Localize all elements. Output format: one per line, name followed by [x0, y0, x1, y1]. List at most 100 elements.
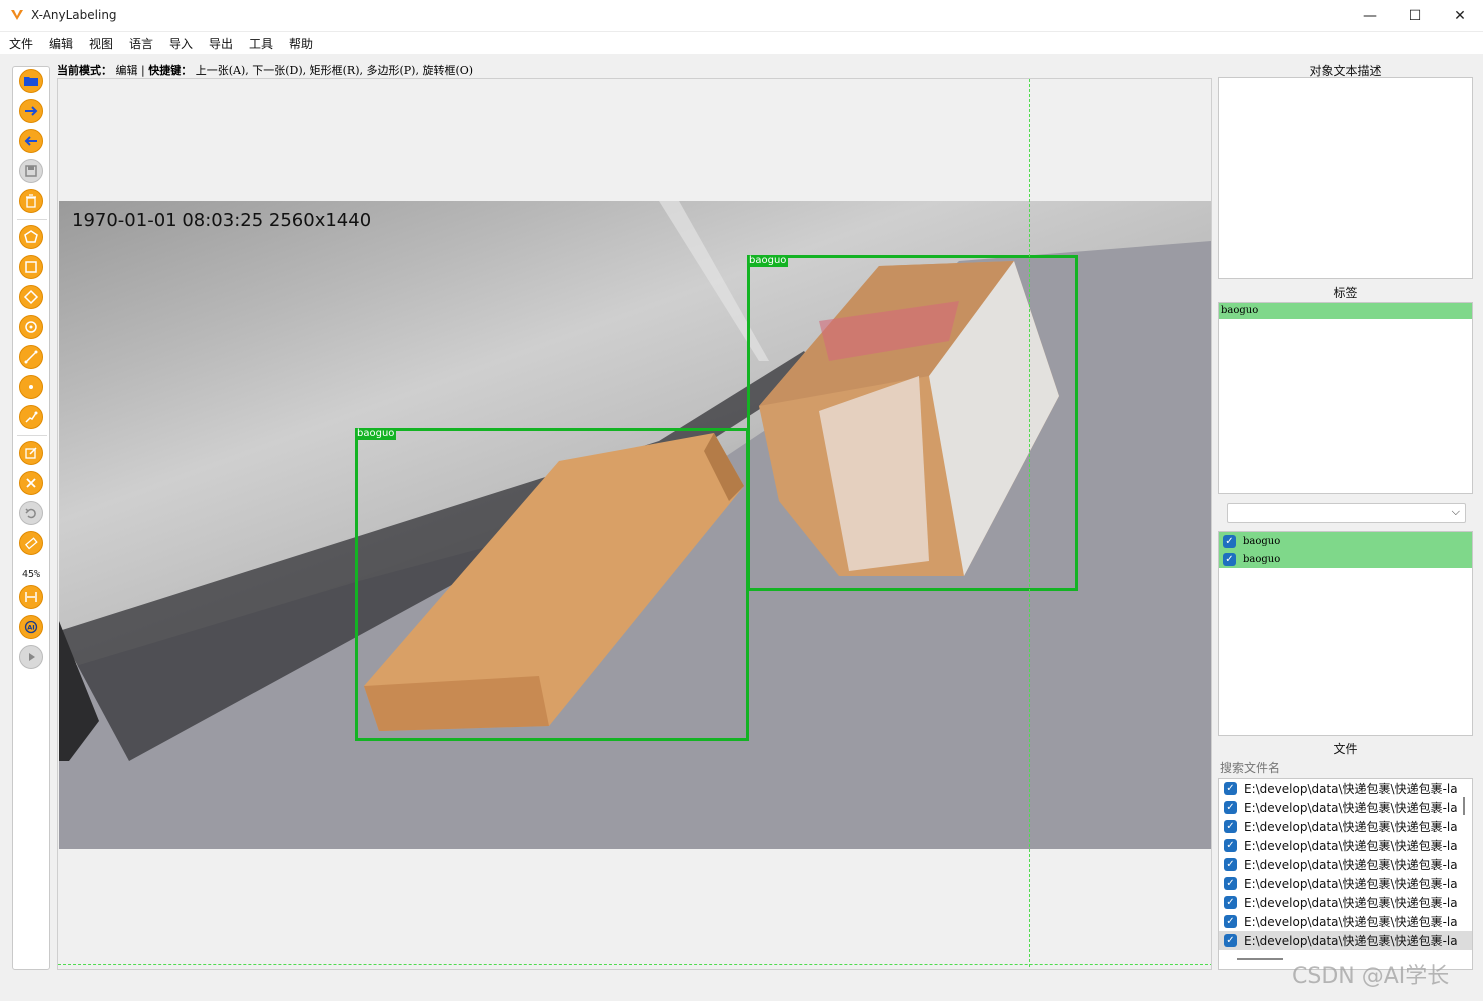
checkbox-checked-icon[interactable]: ✓ [1223, 552, 1236, 566]
zoom-level[interactable]: 45% [13, 569, 49, 580]
save-button[interactable] [19, 159, 43, 183]
file-list-horizontal-scrollbar[interactable] [1237, 958, 1283, 960]
delete-file-button[interactable] [19, 189, 43, 213]
file-path: E:\develop\data\快递包裹\快递包裹-la [1244, 801, 1458, 815]
run-button[interactable] [19, 645, 43, 669]
create-line-button[interactable] [19, 345, 43, 369]
checkbox-checked-icon[interactable]: ✓ [1224, 858, 1237, 871]
shape-list-item[interactable]: ✓ baoguo [1219, 532, 1472, 550]
svg-text:AI: AI [27, 624, 34, 632]
file-path: E:\develop\data\快递包裹\快递包裹-la [1244, 896, 1458, 910]
file-list-item-selected[interactable]: ✓ E:\develop\data\快递包裹\快递包裹-la [1219, 931, 1472, 950]
checkbox-checked-icon[interactable]: ✓ [1224, 839, 1237, 852]
open-folder-button[interactable] [19, 69, 43, 93]
menu-import[interactable]: 导入 [169, 35, 193, 52]
file-path: E:\develop\data\快递包裹\快递包裹-la [1244, 877, 1458, 891]
mode-status-bar: 当前模式： 编辑 | 快捷键： 上一张(A), 下一张(D), 矩形框(R), … [57, 62, 473, 78]
app-logo-icon [11, 10, 23, 20]
close-button[interactable]: ✕ [1437, 0, 1483, 32]
create-rectangle-button[interactable] [19, 255, 43, 279]
checkbox-checked-icon[interactable]: ✓ [1224, 934, 1237, 947]
file-path: E:\develop\data\快递包裹\快递包裹-la [1244, 839, 1458, 853]
label-filter-dropdown[interactable]: ⌵ [1227, 503, 1466, 523]
image-canvas[interactable]: 1970-01-01 08:03:25 2560x1440 baoguo bao… [57, 78, 1212, 970]
label-list: baoguo [1218, 302, 1473, 494]
create-point-button[interactable] [19, 375, 43, 399]
shortcut-list: 上一张(A), 下一张(D), 矩形框(R), 多边形(P), 旋转框(O) [195, 64, 474, 77]
image-photo: 1970-01-01 08:03:25 2560x1440 baoguo bao… [59, 201, 1211, 849]
files-panel-title: 文件 [1333, 742, 1358, 756]
undo-button[interactable] [19, 501, 43, 525]
checkbox-checked-icon[interactable]: ✓ [1224, 782, 1237, 795]
file-list-item[interactable]: ✓ E:\develop\data\快递包裹\快递包裹-la [1219, 798, 1472, 817]
shape-list-item[interactable]: ✓ baoguo [1219, 550, 1472, 568]
menu-language[interactable]: 语言 [129, 35, 153, 52]
file-list-item[interactable]: ✓ E:\develop\data\快递包裹\快递包裹-la [1219, 893, 1472, 912]
delete-shape-button[interactable] [19, 471, 43, 495]
file-path: E:\develop\data\快递包裹\快递包裹-la [1244, 820, 1458, 834]
menu-edit[interactable]: 编辑 [49, 35, 73, 52]
checkbox-checked-icon[interactable]: ✓ [1223, 534, 1236, 548]
create-circle-button[interactable] [19, 315, 43, 339]
checkbox-checked-icon[interactable]: ✓ [1224, 877, 1237, 890]
crosshair-vertical [1029, 79, 1030, 969]
create-polygon-button[interactable] [19, 225, 43, 249]
next-image-button[interactable] [19, 99, 43, 123]
checkbox-checked-icon[interactable]: ✓ [1224, 896, 1237, 909]
menu-tools[interactable]: 工具 [249, 35, 273, 52]
circle-icon [25, 321, 37, 333]
menu-export[interactable]: 导出 [209, 35, 233, 52]
shortcut-label: 快捷键： [148, 64, 193, 77]
file-search-input[interactable] [1218, 758, 1473, 778]
rotated-rect-icon [23, 289, 39, 305]
file-path: E:\develop\data\快递包裹\快递包裹-la [1244, 782, 1458, 796]
prev-image-button[interactable] [19, 129, 43, 153]
file-list-item[interactable]: ✓ E:\develop\data\快递包裹\快递包裹-la [1219, 874, 1472, 893]
labels-panel-title: 标签 [1333, 286, 1358, 300]
linestrip-icon [25, 411, 38, 423]
description-textbox[interactable] [1218, 77, 1473, 279]
watermark: CSDN @AI学长 [1292, 964, 1450, 989]
file-list-item[interactable]: ✓ E:\develop\data\快递包裹\快递包裹-la [1219, 855, 1472, 874]
shape-label: baoguo [1243, 535, 1281, 547]
point-icon [29, 385, 33, 389]
menu-help[interactable]: 帮助 [289, 35, 313, 52]
prev-image-icon [24, 136, 37, 146]
create-rotated-rect-button[interactable] [19, 285, 43, 309]
brightness-icon [24, 537, 38, 550]
file-list-item[interactable]: ✓ E:\develop\data\快递包裹\快递包裹-la [1219, 836, 1472, 855]
file-list-item[interactable]: ✓ E:\develop\data\快递包裹\快递包裹-la [1219, 779, 1472, 798]
checkbox-checked-icon[interactable]: ✓ [1224, 801, 1237, 814]
file-list-scrollbar[interactable] [1463, 797, 1465, 815]
bbox-baoguo-flat[interactable]: baoguo [355, 428, 749, 741]
fit-width-button[interactable] [19, 585, 43, 609]
auto-labeling-button[interactable]: AI [19, 615, 43, 639]
create-linestrip-button[interactable] [19, 405, 43, 429]
undo-icon [25, 508, 36, 519]
menu-file[interactable]: 文件 [9, 35, 33, 52]
label-list-item[interactable]: baoguo [1219, 303, 1472, 319]
mode-value: 编辑 [115, 64, 138, 77]
chevron-down-icon: ⌵ [1451, 505, 1460, 518]
ai-icon: AI [24, 620, 38, 634]
shape-list: ✓ baoguo ✓ baoguo [1218, 531, 1473, 736]
brightness-contrast-button[interactable] [19, 531, 43, 555]
shape-label: baoguo [1243, 553, 1281, 565]
polygon-icon [24, 230, 38, 243]
checkbox-checked-icon[interactable]: ✓ [1224, 915, 1237, 928]
maximize-button[interactable]: ☐ [1392, 0, 1438, 32]
run-icon [29, 653, 35, 661]
menu-bar: 文件 编辑 视图 语言 导入 导出 工具 帮助 [0, 32, 1483, 54]
minimize-button[interactable]: — [1347, 0, 1393, 32]
file-list-item[interactable]: ✓ E:\develop\data\快递包裹\快递包裹-la [1219, 817, 1472, 836]
fit-width-icon [25, 592, 37, 602]
mode-label: 当前模式： [57, 64, 112, 77]
line-icon [24, 350, 38, 364]
mode-separator: | [141, 64, 145, 77]
window-title: X-AnyLabeling [31, 8, 117, 22]
checkbox-checked-icon[interactable]: ✓ [1224, 820, 1237, 833]
menu-view[interactable]: 视图 [89, 35, 113, 52]
edit-shape-button[interactable] [19, 441, 43, 465]
file-list-item[interactable]: ✓ E:\develop\data\快递包裹\快递包裹-la [1219, 912, 1472, 931]
left-toolbar: 45% AI [12, 66, 50, 970]
